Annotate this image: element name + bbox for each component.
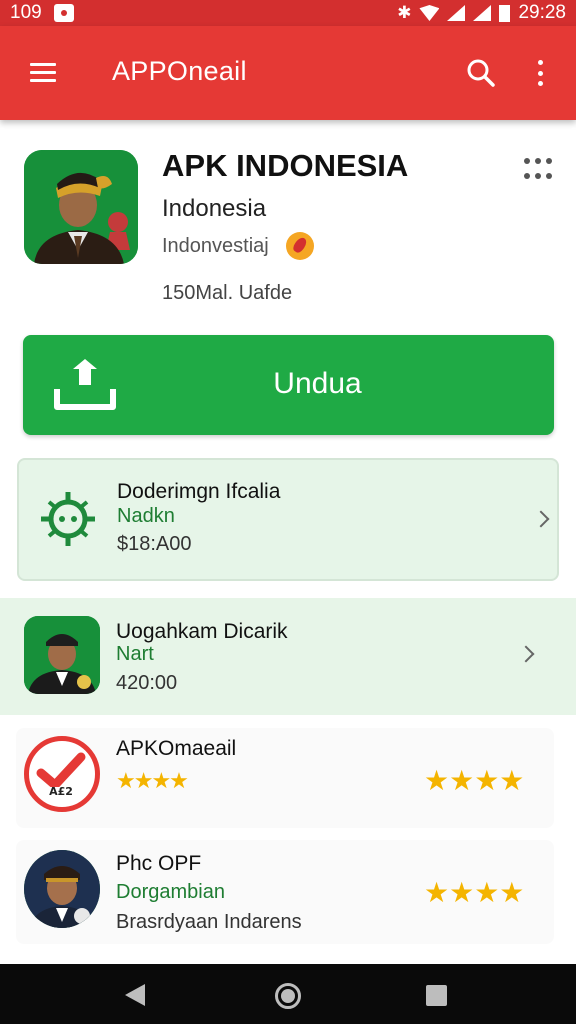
list-item-title: Phc OPF [116,852,202,875]
more-vert-icon[interactable] [533,58,547,88]
badge-icon [286,232,314,260]
checkmark-badge-icon: A£2 [24,736,100,812]
signal-icon [447,5,466,21]
menu-icon[interactable] [30,63,56,83]
status-bar: 109 ✱ 29:28 [0,0,576,26]
bug-icon [41,492,95,546]
rating-stars: ★★★★ [424,765,525,796]
list-item[interactable]: Uogahkam Dicarik Nart 420:00 [0,598,576,715]
rating-stars-small: ★★★★ [116,768,189,793]
list-item-price: 420:00 [116,672,178,694]
recents-icon[interactable] [426,985,447,1006]
list-item-price: $18:A00 [117,533,192,555]
app-name: APK INDONESIA [162,148,409,183]
chevron-right-icon [517,645,535,663]
chevron-right-icon [532,510,550,528]
app-bar: APPOneail [0,26,576,120]
search-icon[interactable] [466,58,496,88]
avatar [24,850,100,928]
signal-icon-2 [473,5,492,21]
grid-dots-icon[interactable] [524,158,552,182]
navigation-bar [0,964,576,1024]
list-item-subtitle: Dorgambian [116,881,225,903]
list-item-extra: Brasrdyaan Indarens [116,911,302,933]
list-item-subtitle: Nadkn [117,505,175,527]
app-icon [24,150,138,264]
svg-text:A£2: A£2 [49,785,73,798]
app-category: Indonvestiaj [162,235,269,257]
home-icon[interactable] [275,983,301,1009]
rating-stars: ★★★★ [424,877,525,908]
list-item[interactable]: Doderimgn Ifcalia Nadkn $18:A00 [17,458,559,581]
wifi-icon [419,5,440,21]
status-left-text: 109 [10,2,42,23]
download-label: Undua [273,367,362,400]
list-item-title: Doderimgn Ifcalia [117,480,281,503]
app-developer[interactable]: Indonesia [162,195,266,223]
notification-icon [53,4,74,22]
status-time: 29:28 [518,2,566,23]
list-item-title: APKOmaeail [116,737,237,760]
download-button[interactable]: Undua [23,335,554,435]
app-bar-title: APPOneail [112,56,247,86]
app-size: 150Mal. Uafde [162,282,293,304]
bluetooth-icon: ✱ [397,3,412,22]
avatar [24,616,100,694]
list-item-title: Uogahkam Dicarik [116,620,288,643]
back-icon[interactable] [125,984,145,1006]
battery-icon [499,4,511,22]
list-item-subtitle: Nart [116,643,154,665]
